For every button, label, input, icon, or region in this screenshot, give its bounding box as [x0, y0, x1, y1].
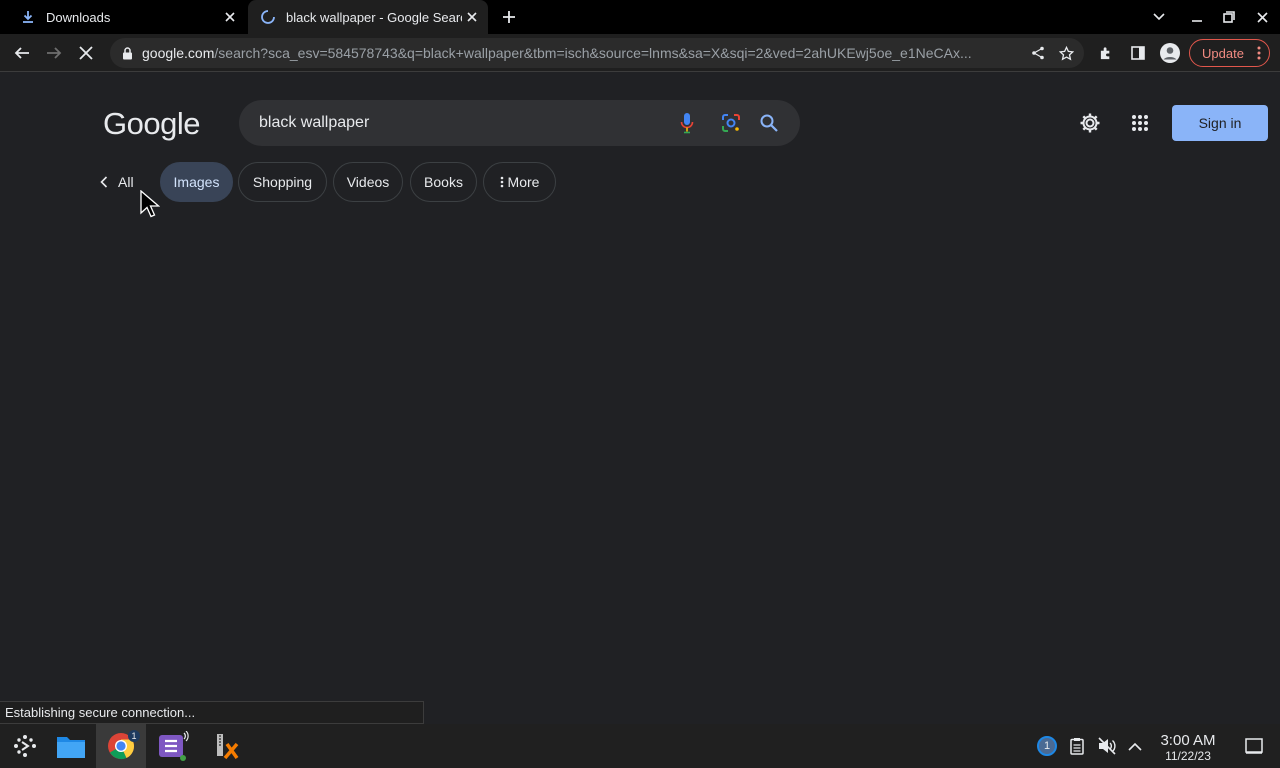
system-clock[interactable]: 3:00 AM 11/22/23	[1154, 732, 1222, 763]
settings-gear-icon[interactable]	[1077, 110, 1103, 136]
filter-more[interactable]: More	[483, 162, 556, 202]
share-icon[interactable]	[1024, 39, 1052, 67]
kebab-menu-icon[interactable]	[1257, 46, 1261, 63]
tab-downloads[interactable]: Downloads	[8, 0, 246, 34]
filter-images-label: Images	[173, 174, 220, 190]
volume-muted-icon[interactable]	[1095, 734, 1119, 758]
status-bubble: Establishing secure connection...	[0, 701, 424, 724]
clock-time: 3:00 AM	[1160, 732, 1216, 749]
update-label: Update	[1202, 45, 1244, 61]
extensions-puzzle-icon[interactable]	[1092, 39, 1120, 67]
url-path: /search?sca_esv=584578743&q=black+wallpa…	[214, 45, 972, 61]
lens-camera-icon[interactable]	[719, 111, 743, 135]
filter-shopping[interactable]: Shopping	[238, 162, 327, 202]
close-tab-icon[interactable]	[220, 7, 240, 27]
tab-google-search[interactable]: black wallpaper - Google Search	[248, 0, 488, 34]
chrome-badge: 1	[128, 730, 140, 742]
chevron-up-icon[interactable]	[1123, 734, 1147, 758]
filter-videos[interactable]: Videos	[333, 162, 403, 202]
search-input[interactable]: black wallpaper	[239, 100, 800, 146]
tray-badge: 1	[1037, 736, 1057, 756]
url-text[interactable]: google.com/search?sca_esv=584578743&q=bl…	[142, 45, 1024, 61]
tab-title: Downloads	[46, 9, 111, 25]
filter-all[interactable]: All	[100, 162, 134, 202]
tab-title: black wallpaper - Google Search	[286, 9, 462, 25]
vertical-dots-icon	[500, 176, 504, 188]
filter-shopping-label: Shopping	[252, 174, 313, 190]
show-desktop-icon[interactable]	[1242, 734, 1266, 758]
clock-date: 11/22/23	[1165, 749, 1211, 763]
google-logo[interactable]: Google	[103, 106, 200, 142]
tab-search-chevron-icon[interactable]	[1148, 6, 1170, 28]
app-launcher-icon[interactable]	[0, 724, 50, 768]
clipboard-icon[interactable]	[1065, 734, 1089, 758]
notification-count-icon[interactable]: 1	[1035, 734, 1059, 758]
url-host: google.com	[142, 45, 215, 61]
microphone-icon[interactable]	[675, 111, 699, 135]
address-bar[interactable]: google.com/search?sca_esv=584578743&q=bl…	[110, 38, 1084, 68]
minimize-icon[interactable]	[1186, 6, 1208, 28]
restore-icon[interactable]	[1218, 6, 1240, 28]
filter-more-label: More	[507, 174, 540, 190]
download-icon	[20, 9, 36, 25]
search-icon[interactable]	[757, 111, 781, 135]
file-manager-icon[interactable]	[46, 724, 96, 768]
bookmark-star-icon[interactable]	[1052, 39, 1080, 67]
forward-button[interactable]	[40, 39, 68, 67]
stop-loading-button[interactable]	[72, 39, 100, 67]
google-apps-grid-icon[interactable]	[1127, 110, 1153, 136]
filter-all-label: All	[118, 174, 134, 190]
update-button[interactable]: Update	[1189, 39, 1270, 67]
chrome-taskbar-icon[interactable]: 1	[96, 724, 146, 768]
filter-images[interactable]: Images	[160, 162, 233, 202]
loading-spinner-icon	[260, 9, 276, 25]
taskbar: 1 1	[0, 724, 1280, 768]
back-button[interactable]	[8, 39, 36, 67]
mouse-cursor-icon	[140, 189, 161, 223]
tab-strip: Downloads black wallpaper - Google Searc…	[0, 0, 1280, 34]
filter-books-label: Books	[424, 174, 463, 190]
filter-books[interactable]: Books	[410, 162, 477, 202]
search-query-text[interactable]: black wallpaper	[259, 114, 369, 132]
chevron-left-icon	[100, 176, 108, 188]
profile-avatar-icon[interactable]	[1156, 39, 1184, 67]
new-tab-button[interactable]	[498, 6, 520, 28]
filter-videos-label: Videos	[346, 174, 390, 190]
close-tab-icon[interactable]	[462, 7, 482, 27]
media-player-icon[interactable]	[148, 724, 198, 768]
sign-in-button[interactable]: Sign in	[1172, 105, 1268, 141]
archive-tool-icon[interactable]	[202, 724, 252, 768]
browser-toolbar: google.com/search?sca_esv=584578743&q=bl…	[0, 34, 1280, 72]
side-panel-icon[interactable]	[1124, 39, 1152, 67]
lock-icon[interactable]	[119, 46, 135, 60]
close-window-icon[interactable]	[1251, 6, 1273, 28]
